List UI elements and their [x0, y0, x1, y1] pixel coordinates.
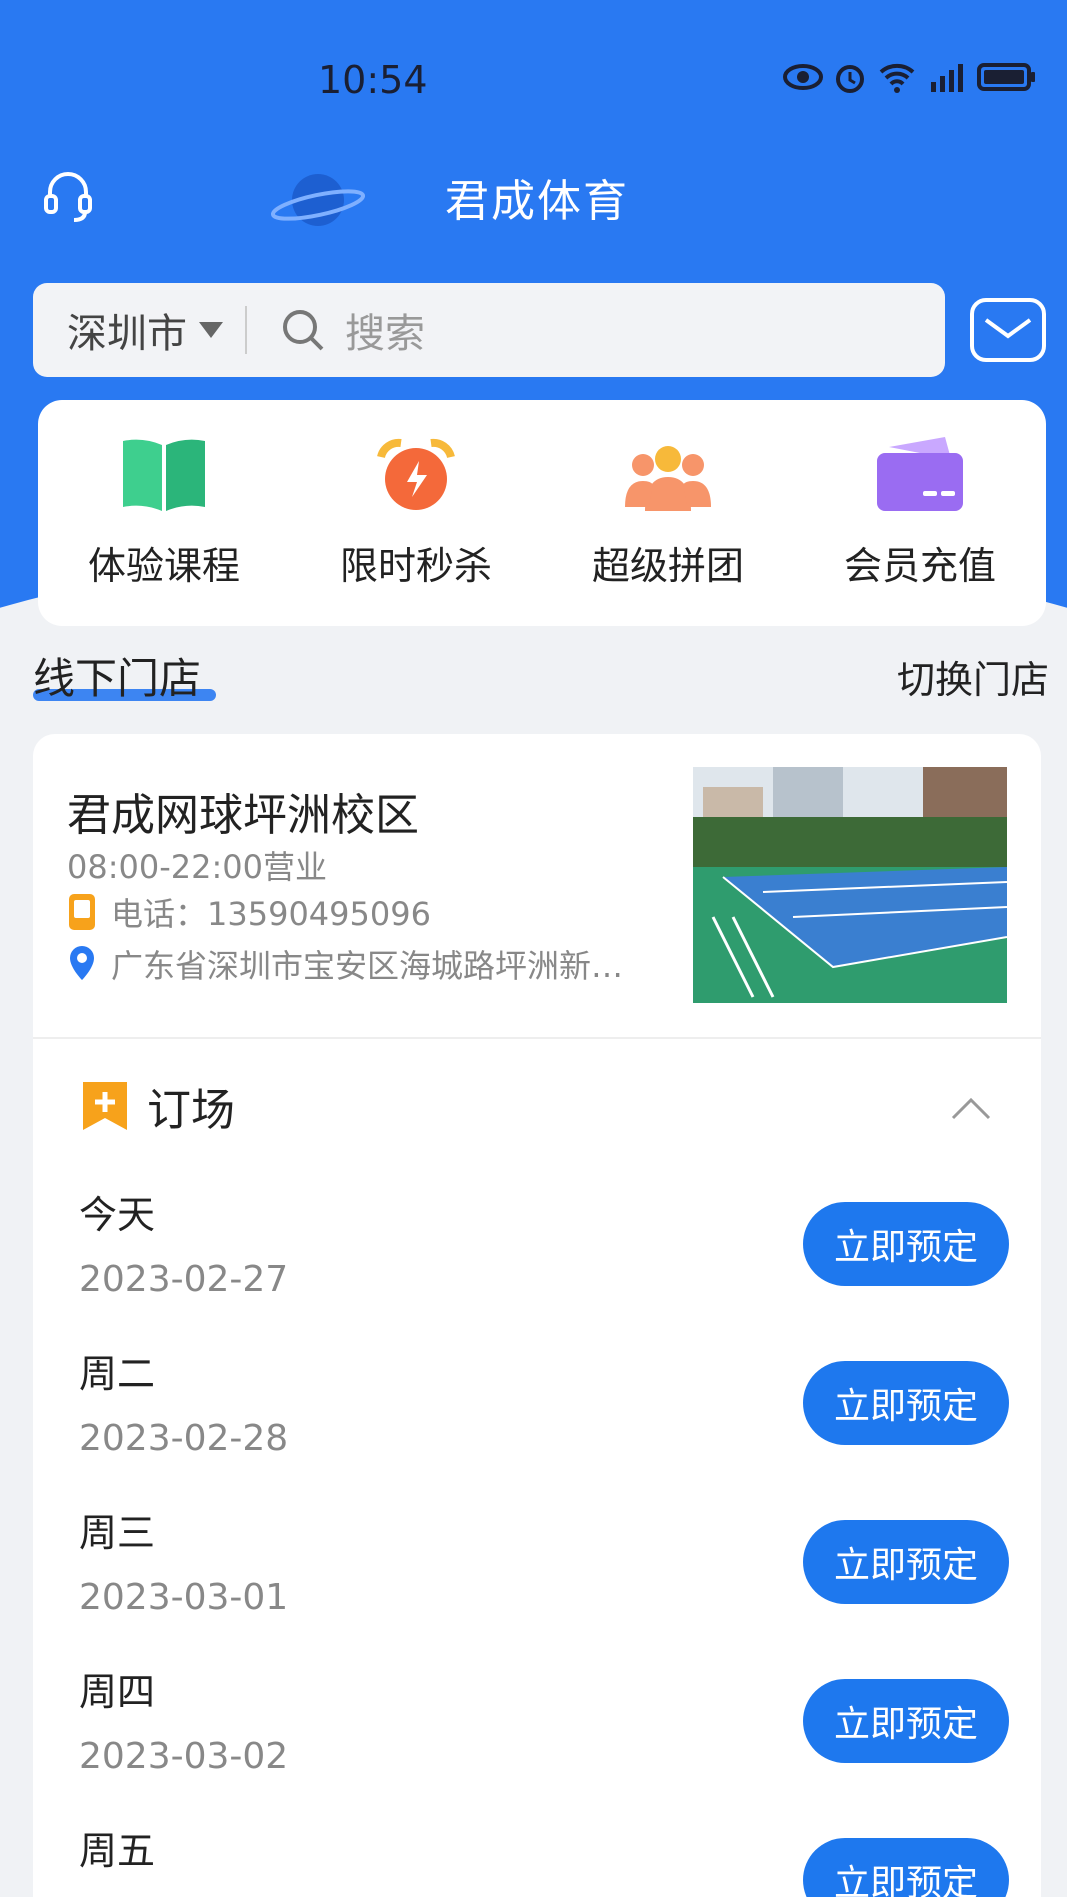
- store-address-text: 广东省深圳市宝安区海城路坪洲新…: [111, 947, 624, 985]
- menu-item-member-recharge[interactable]: 会员充值: [795, 400, 1045, 626]
- wifi-icon: [879, 63, 915, 93]
- chevron-up-icon[interactable]: [949, 1096, 993, 1122]
- day-name: 周四: [79, 1670, 156, 1714]
- menu-item-group-buy[interactable]: 超级拼团: [543, 400, 793, 626]
- book-now-button[interactable]: 立即预定: [803, 1838, 1009, 1897]
- day-name: 周五: [79, 1829, 156, 1873]
- day-date: 2023-02-27: [79, 1259, 289, 1300]
- status-icons: [783, 60, 1037, 94]
- day-date: 2023-03-01: [79, 1577, 289, 1618]
- city-selector[interactable]: 深圳市: [67, 301, 187, 359]
- search-bar[interactable]: 深圳市 搜索: [33, 283, 945, 377]
- store-card: 君成网球坪洲校区 08:00-22:00营业 电话：13590495096 广东…: [33, 734, 1041, 1897]
- book-now-button[interactable]: 立即预定: [803, 1361, 1009, 1445]
- quick-menu: 体验课程 限时秒杀 超级拼团 会员充值: [38, 400, 1046, 626]
- day-date: 2023-02-28: [79, 1418, 289, 1459]
- headset-icon[interactable]: [42, 168, 94, 224]
- status-bar: 10:54: [0, 50, 1067, 110]
- book-now-button[interactable]: 立即预定: [803, 1679, 1009, 1763]
- menu-item-trial-course[interactable]: 体验课程: [39, 400, 289, 626]
- store-phone-text: 电话：13590495096: [111, 895, 431, 933]
- booking-day-row: 今天 2023-02-27 立即预定: [79, 1184, 1009, 1334]
- search-icon: [283, 310, 324, 351]
- phone-icon: [69, 894, 95, 930]
- day-name: 周二: [79, 1352, 156, 1396]
- booking-header[interactable]: 订场: [79, 1074, 235, 1138]
- group-icon: [625, 446, 711, 511]
- bookmark-plus-icon: [83, 1082, 127, 1130]
- alarm-icon: [836, 65, 864, 93]
- day-name: 今天: [79, 1193, 156, 1237]
- store-name[interactable]: 君成网球坪洲校区: [67, 779, 419, 843]
- menu-label: 超级拼团: [591, 544, 744, 588]
- menu-label: 会员充值: [843, 544, 996, 588]
- search-divider: [245, 306, 247, 354]
- book-now-button[interactable]: 立即预定: [803, 1202, 1009, 1286]
- book-icon: [123, 439, 205, 511]
- menu-item-flash-sale[interactable]: 限时秒杀: [291, 400, 541, 626]
- battery-icon: [977, 63, 1035, 91]
- booking-title: 订场: [147, 1085, 235, 1136]
- card-divider: [33, 1037, 1041, 1039]
- book-now-button[interactable]: 立即预定: [803, 1520, 1009, 1604]
- store-hours: 08:00-22:00营业: [67, 848, 327, 886]
- planet-logo-icon: [270, 174, 366, 226]
- booking-day-row: 周四 2023-03-02 立即预定: [79, 1661, 1009, 1811]
- tennis-court-image: [693, 767, 1007, 1003]
- alarm-clock-icon: [377, 438, 455, 510]
- location-pin-icon: [70, 946, 94, 980]
- menu-label: 限时秒杀: [339, 544, 492, 588]
- switch-store-link[interactable]: 切换门店: [897, 649, 1049, 704]
- card-icon: [877, 437, 963, 511]
- store-phone[interactable]: 电话：13590495096: [67, 889, 431, 935]
- message-icon[interactable]: [970, 298, 1046, 362]
- eye-icon: [783, 64, 823, 90]
- booking-day-row: 周五 立即预定: [79, 1820, 1009, 1897]
- status-time: 10:54: [318, 58, 428, 102]
- dropdown-arrow-icon[interactable]: [199, 322, 223, 338]
- signal-icon: [931, 64, 963, 92]
- booking-day-row: 周二 2023-02-28 立即预定: [79, 1343, 1009, 1493]
- menu-label: 体验课程: [87, 544, 240, 588]
- store-address[interactable]: 广东省深圳市宝安区海城路坪洲新…: [67, 941, 687, 987]
- section-title: 线下门店: [33, 654, 202, 703]
- booking-day-row: 周三 2023-03-01 立即预定: [79, 1502, 1009, 1652]
- day-date: 2023-03-02: [79, 1736, 289, 1777]
- search-input[interactable]: 搜索: [345, 301, 425, 359]
- day-name: 周三: [79, 1511, 156, 1555]
- app-title: 君成体育: [445, 176, 629, 227]
